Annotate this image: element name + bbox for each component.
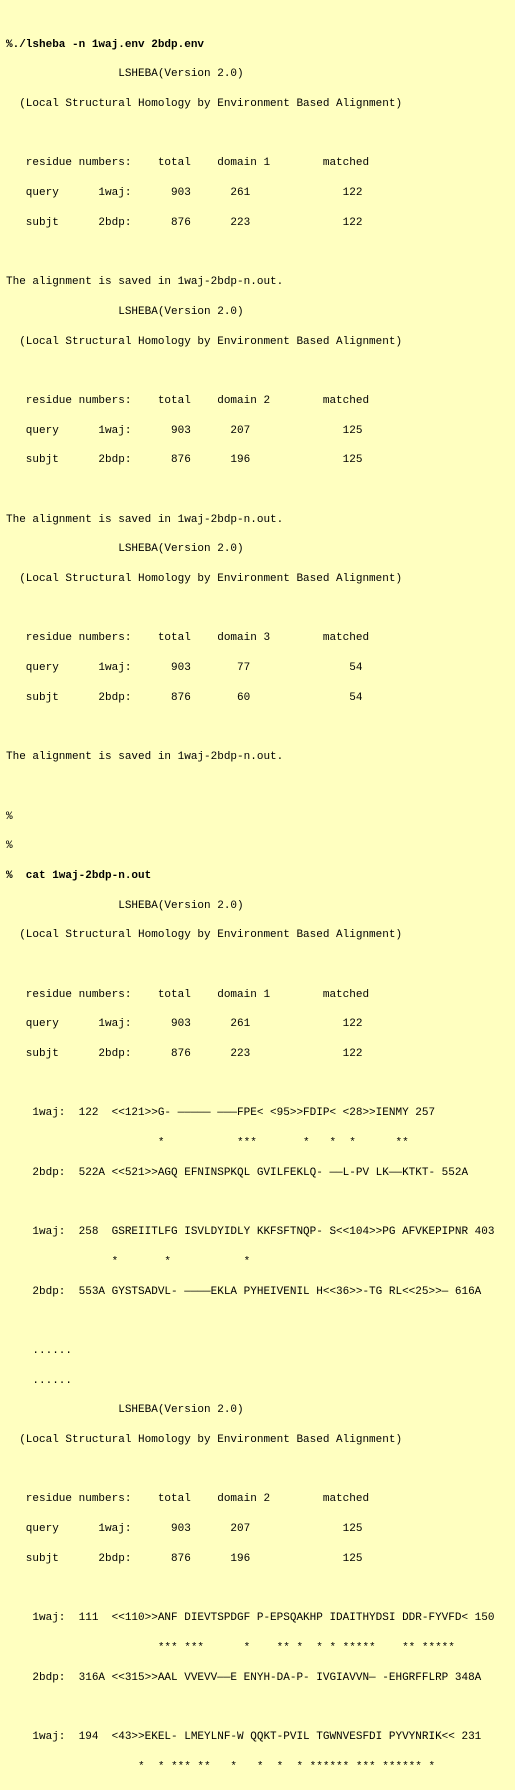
subjt-domain-1: subjt 2bdp: 876 223 122 <box>6 1048 362 1060</box>
header-domain-1: residue numbers: total domain 1 matched <box>6 989 369 1001</box>
query-domain-3: query 1waj: 903 77 54 <box>6 662 362 674</box>
align-d1-l4: 2bdp: 553A GYSTSADVL- ————EKLA PYHEIVENI… <box>6 1286 481 1298</box>
desc-line: (Local Structural Homology by Environmen… <box>6 98 402 110</box>
command-line-2: % cat 1waj-2bdp-n.out <box>6 870 151 882</box>
align-d2-l2: 2bdp: 316A <<315>>AAL VVEVV——E ENYH-DA-P… <box>6 1672 481 1684</box>
desc-line: (Local Structural Homology by Environmen… <box>6 336 402 348</box>
saved-line: The alignment is saved in 1waj-2bdp-n.ou… <box>6 514 283 526</box>
prompt-line: % <box>6 811 13 823</box>
version-line: LSHEBA(Version 2.0) <box>6 1404 244 1416</box>
query-domain-2: query 1waj: 903 207 125 <box>6 1523 362 1535</box>
align-d2-m1: *** *** * ** * * * ***** ** ***** <box>6 1642 455 1654</box>
subjt-domain-2: subjt 2bdp: 876 196 125 <box>6 454 362 466</box>
align-d1-l1: 1waj: 122 <<121>>G- ————— ———FPE< <95>>F… <box>6 1107 435 1119</box>
prompt-line: % <box>6 840 13 852</box>
query-domain-2: query 1waj: 903 207 125 <box>6 425 362 437</box>
subjt-domain-2: subjt 2bdp: 876 196 125 <box>6 1553 362 1565</box>
header-domain-2: residue numbers: total domain 2 matched <box>6 1493 369 1505</box>
align-d2-m3: * * *** ** * * * * ****** *** ****** * <box>6 1761 435 1773</box>
ellipsis: ...... <box>6 1345 72 1357</box>
header-domain-2: residue numbers: total domain 2 matched <box>6 395 369 407</box>
desc-line: (Local Structural Homology by Environmen… <box>6 929 402 941</box>
version-line: LSHEBA(Version 2.0) <box>6 900 244 912</box>
ellipsis: ...... <box>6 1375 72 1387</box>
header-domain-1: residue numbers: total domain 1 matched <box>6 157 369 169</box>
desc-line: (Local Structural Homology by Environmen… <box>6 1434 402 1446</box>
subjt-domain-1: subjt 2bdp: 876 223 122 <box>6 217 362 229</box>
saved-line: The alignment is saved in 1waj-2bdp-n.ou… <box>6 751 283 763</box>
version-line: LSHEBA(Version 2.0) <box>6 543 244 555</box>
query-domain-1: query 1waj: 903 261 122 <box>6 187 362 199</box>
align-d2-l3: 1waj: 194 <43>>EKEL- LMEYLNF-W QQKT-PVIL… <box>6 1731 481 1743</box>
query-domain-1: query 1waj: 903 261 122 <box>6 1018 362 1030</box>
version-line: LSHEBA(Version 2.0) <box>6 68 244 80</box>
align-d1-l2: 2bdp: 522A <<521>>AGQ EFNINSPKQL GVILFEK… <box>6 1167 468 1179</box>
align-d2-l1: 1waj: 111 <<110>>ANF DIEVTSPDGF P-EPSQAK… <box>6 1612 494 1624</box>
version-line: LSHEBA(Version 2.0) <box>6 306 244 318</box>
subjt-domain-3: subjt 2bdp: 876 60 54 <box>6 692 362 704</box>
align-d1-m3: * * * <box>6 1256 250 1268</box>
align-d1-l3: 1waj: 258 GSREIITLFG ISVLDYIDLY KKFSFTNQ… <box>6 1226 494 1238</box>
align-d1-m1: * *** * * * ** <box>6 1137 409 1149</box>
desc-line: (Local Structural Homology by Environmen… <box>6 573 402 585</box>
command-line-1: %./lsheba -n 1waj.env 2bdp.env <box>6 39 204 51</box>
saved-line: The alignment is saved in 1waj-2bdp-n.ou… <box>6 276 283 288</box>
header-domain-3: residue numbers: total domain 3 matched <box>6 632 369 644</box>
